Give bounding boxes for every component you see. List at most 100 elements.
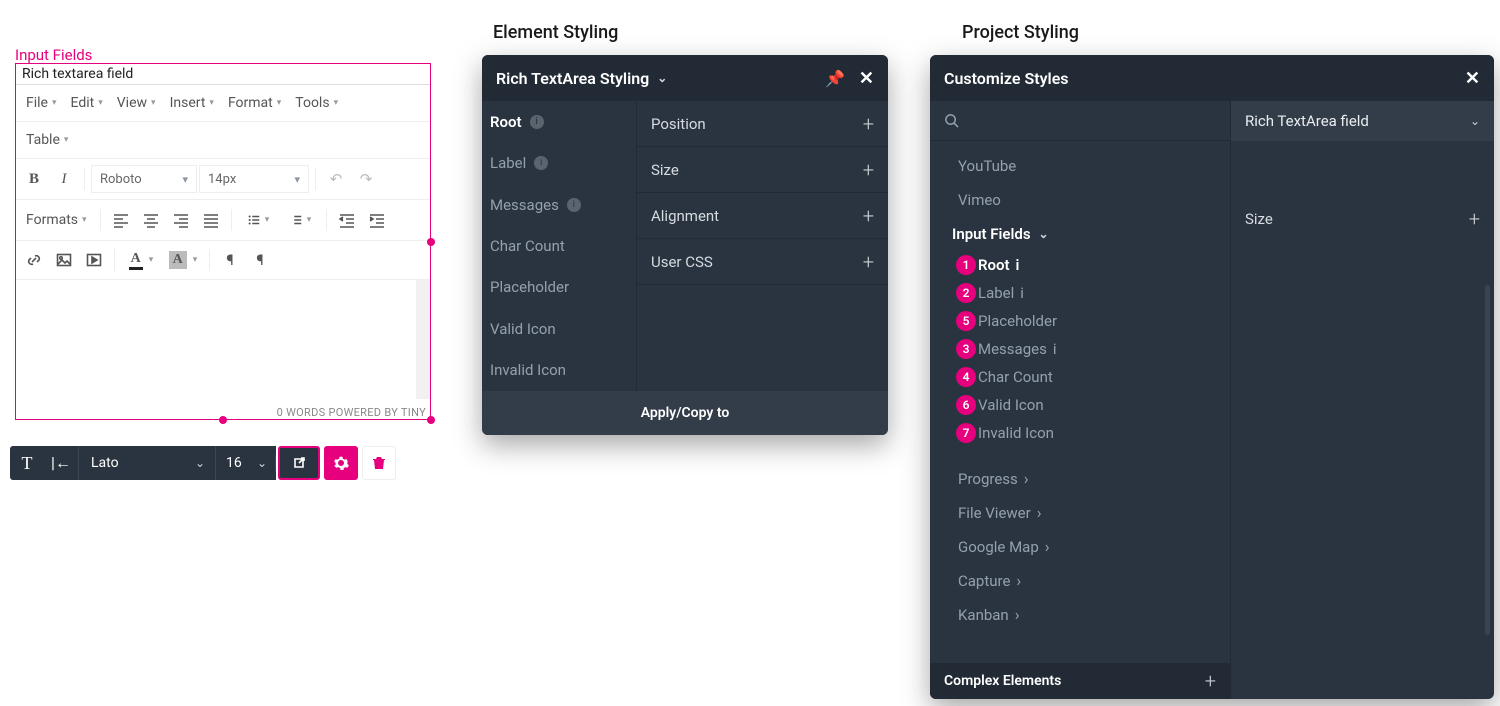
separator [231,209,232,231]
prop-size-row[interactable]: Size + [1231,197,1494,241]
category-vimeo[interactable]: Vimeo [930,183,1230,217]
align-right-button[interactable] [167,207,195,233]
close-icon[interactable]: ✕ [1465,68,1480,89]
info-badge: i [1020,284,1024,302]
menu-file[interactable]: File [20,91,63,115]
sub-char-count[interactable]: 4Char Count [930,363,1230,391]
complex-elements-row[interactable]: Complex Elements + [930,663,1230,699]
prop-label: Position [651,115,706,133]
sub-label[interactable]: 2Labeli [930,279,1230,307]
category-youtube[interactable]: YouTube [930,149,1230,183]
redo-button[interactable]: ↷ [352,166,380,192]
editor-menubar: File Edit View Insert Format Tools [16,85,430,122]
element-part-valid-icon[interactable]: 6Valid Icon [482,308,636,349]
menu-view[interactable]: View [111,91,162,115]
plus-icon: + [1469,207,1480,231]
project-styling-heading: Project Styling [962,22,1079,43]
info-badge: i [530,115,544,129]
ltr-button[interactable]: ¶‎ [216,247,244,273]
sub-invalid-icon[interactable]: 7Invalid Icon [930,419,1230,447]
element-part-invalid-icon[interactable]: 7Invalid Icon [482,350,636,391]
category-progress[interactable]: Progress [930,461,1230,495]
field-type-select[interactable]: Rich TextArea field ⌄ [1231,101,1494,141]
toolbar-font-select[interactable]: Lato⌄ [78,446,216,480]
search-input[interactable] [930,101,1230,141]
sub-valid-icon[interactable]: 6Valid Icon [930,391,1230,419]
category-google-map[interactable]: Google Map [930,529,1230,563]
rich-textarea-editor: Rich textarea field File Edit View Inser… [15,63,431,420]
editor-content-area[interactable]: 0 WORDS POWERED BY TINY [16,280,430,419]
info-badge: i [1053,340,1057,358]
category-capture[interactable]: Capture [930,563,1230,597]
delete-button[interactable] [362,446,396,480]
formats-select[interactable]: Formats [20,206,94,234]
align-justify-button[interactable] [197,207,225,233]
element-props-list: Position+Size+Alignment+User CSS+ [636,101,888,391]
prop-label: Size [651,161,679,179]
pin-icon[interactable]: 📌 [825,69,845,88]
element-part-char-count[interactable]: 4Char Count [482,225,636,266]
item-label: Placeholder [490,278,569,296]
prop-size[interactable]: Size+ [637,147,888,193]
selection-handle[interactable] [219,416,227,424]
menu-edit[interactable]: Edit [65,91,109,115]
align-tool-button[interactable]: |← [44,453,78,473]
bg-color-button[interactable]: A [163,247,203,273]
text-tool-button[interactable]: T [10,453,44,474]
separator [84,168,85,190]
selection-handle[interactable] [427,416,435,424]
bold-button[interactable]: B [20,166,48,192]
chevron-down-icon: ⌄ [1039,227,1049,241]
media-button[interactable] [80,247,108,273]
plus-icon: + [863,204,874,228]
scrollbar[interactable] [1485,285,1490,635]
separator [209,249,210,271]
category-input-fields[interactable]: Input Fields ⌄ [930,217,1230,251]
font-family-select[interactable]: Roboto▾ [91,165,197,193]
toolbar-size-select[interactable]: 16⌄ [216,455,276,471]
selection-handle[interactable] [427,238,435,246]
element-part-label[interactable]: 2Labeli [482,142,636,183]
align-center-button[interactable] [137,207,165,233]
category-file-viewer[interactable]: File Viewer [930,495,1230,529]
number-badge: 3 [956,339,976,359]
element-parts-list: 1Rooti2Labeli3Messagesi4Char Count5Place… [482,101,636,391]
menu-insert[interactable]: Insert [164,91,220,115]
element-part-messages[interactable]: 3Messagesi [482,184,636,225]
settings-button[interactable] [324,446,358,480]
apply-copy-button[interactable]: Apply/Copy to [482,391,888,435]
item-label: Valid Icon [978,396,1044,414]
prop-alignment[interactable]: Alignment+ [637,193,888,239]
close-icon[interactable]: ✕ [859,68,874,89]
category-kanban[interactable]: Kanban [930,597,1230,631]
image-button[interactable] [50,247,78,273]
menu-tools[interactable]: Tools [289,91,344,115]
sub-placeholder[interactable]: 5Placeholder [930,307,1230,335]
text-color-button[interactable]: A [121,247,161,273]
font-size-select[interactable]: 14px▾ [199,165,309,193]
rtl-button[interactable]: ¶ [246,247,274,273]
align-left-button[interactable] [107,207,135,233]
prop-position[interactable]: Position+ [637,101,888,147]
bullet-list-button[interactable] [238,207,278,233]
link-button[interactable] [20,247,48,273]
sub-root[interactable]: 1Rooti [930,251,1230,279]
editor-title: Rich textarea field [16,64,430,85]
menu-format[interactable]: Format [222,91,287,115]
prop-user-css[interactable]: User CSS+ [637,239,888,285]
undo-button[interactable]: ↶ [322,166,350,192]
chevron-down-icon[interactable]: ⌄ [657,71,667,85]
sub-messages[interactable]: 3Messagesi [930,335,1230,363]
element-part-root[interactable]: 1Rooti [482,101,636,142]
number-list-button[interactable] [280,207,320,233]
element-part-placeholder[interactable]: 5Placeholder [482,267,636,308]
panel-header: Customize Styles ✕ [930,55,1494,101]
panel-header: Rich TextArea Styling ⌄ 📌 ✕ [482,55,888,101]
menu-table[interactable]: Table [20,128,74,152]
italic-button[interactable]: I [50,166,78,192]
outdent-button[interactable] [333,207,361,233]
info-badge: i [567,198,581,212]
item-label: Valid Icon [490,320,556,338]
popout-styling-button[interactable] [278,446,320,480]
indent-button[interactable] [363,207,391,233]
